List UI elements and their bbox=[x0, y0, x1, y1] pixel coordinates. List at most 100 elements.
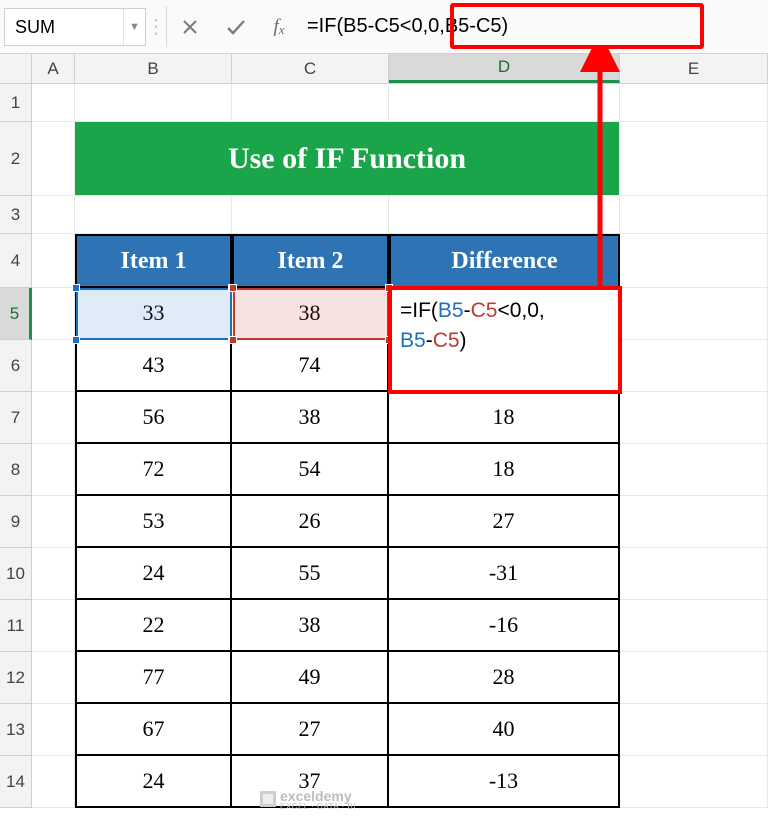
table-row: 5 33 38 bbox=[0, 288, 768, 340]
cell[interactable] bbox=[620, 122, 768, 196]
row: 4 Item 1 Item 2 Difference bbox=[0, 234, 768, 288]
cell-b7[interactable]: 56 bbox=[75, 392, 232, 444]
row-header-3[interactable]: 3 bbox=[0, 196, 32, 234]
cell[interactable] bbox=[75, 84, 232, 122]
formula-edit-overlay[interactable]: =IF(B5-C5<0,0, B5-C5) bbox=[392, 290, 618, 390]
cell-c7[interactable]: 38 bbox=[232, 392, 389, 444]
cell[interactable] bbox=[620, 600, 768, 652]
header-difference[interactable]: Difference bbox=[389, 234, 620, 288]
cell-b5[interactable]: 33 bbox=[75, 288, 232, 340]
cell-b12[interactable]: 77 bbox=[75, 652, 232, 704]
row-header-14[interactable]: 14 bbox=[0, 756, 32, 808]
cell-c8[interactable]: 54 bbox=[232, 444, 389, 496]
formula-bar: SUM ▼ ⋮ fx =IF(B5-C5<0,0,B5-C5) bbox=[0, 0, 768, 54]
cell[interactable] bbox=[32, 196, 75, 234]
cell[interactable] bbox=[32, 756, 75, 808]
header-item2[interactable]: Item 2 bbox=[232, 234, 389, 288]
row-header-1[interactable]: 1 bbox=[0, 84, 32, 122]
row-header-11[interactable]: 11 bbox=[0, 600, 32, 652]
name-box-dropdown-icon[interactable]: ▼ bbox=[123, 9, 145, 45]
cell[interactable] bbox=[32, 234, 75, 288]
header-item1[interactable]: Item 1 bbox=[75, 234, 232, 288]
row-header-2[interactable]: 2 bbox=[0, 122, 32, 196]
cell-d14[interactable]: -13 bbox=[389, 756, 620, 808]
cell[interactable] bbox=[32, 392, 75, 444]
cell-d10[interactable]: -31 bbox=[389, 548, 620, 600]
row-header-6[interactable]: 6 bbox=[0, 340, 32, 392]
cell-d7[interactable]: 18 bbox=[389, 392, 620, 444]
cell[interactable] bbox=[620, 196, 768, 234]
row-header-9[interactable]: 9 bbox=[0, 496, 32, 548]
row-header-12[interactable]: 12 bbox=[0, 652, 32, 704]
cell[interactable] bbox=[32, 652, 75, 704]
formula-token: =IF( bbox=[400, 299, 438, 322]
cell[interactable] bbox=[620, 548, 768, 600]
column-header-b[interactable]: B bbox=[75, 54, 232, 83]
cell-d9[interactable]: 27 bbox=[389, 496, 620, 548]
cell[interactable] bbox=[389, 84, 620, 122]
cell[interactable] bbox=[32, 496, 75, 548]
cell[interactable] bbox=[232, 84, 389, 122]
name-box[interactable]: SUM bbox=[5, 13, 123, 42]
cell[interactable] bbox=[620, 288, 768, 340]
cell[interactable] bbox=[620, 444, 768, 496]
title-cell[interactable]: Use of IF Function bbox=[75, 122, 620, 196]
cell[interactable] bbox=[32, 84, 75, 122]
table-row: 13 67 27 40 bbox=[0, 704, 768, 756]
row-header-8[interactable]: 8 bbox=[0, 444, 32, 496]
row-header-10[interactable]: 10 bbox=[0, 548, 32, 600]
cell[interactable] bbox=[620, 496, 768, 548]
cell[interactable] bbox=[389, 196, 620, 234]
formula-ref-c5: C5 bbox=[471, 299, 498, 322]
cell-c5[interactable]: 38 bbox=[232, 288, 389, 340]
row-header-13[interactable]: 13 bbox=[0, 704, 32, 756]
cell-b6[interactable]: 43 bbox=[75, 340, 232, 392]
cell[interactable] bbox=[32, 704, 75, 756]
cell[interactable] bbox=[620, 340, 768, 392]
enter-button[interactable] bbox=[213, 0, 259, 53]
column-header-c[interactable]: C bbox=[232, 54, 389, 83]
fx-icon[interactable]: fx bbox=[259, 0, 299, 53]
column-header-e[interactable]: E bbox=[620, 54, 768, 83]
cell[interactable] bbox=[620, 652, 768, 704]
cell[interactable] bbox=[620, 704, 768, 756]
watermark-icon bbox=[260, 791, 276, 807]
cell[interactable] bbox=[32, 122, 75, 196]
cell[interactable] bbox=[75, 196, 232, 234]
formula-token: - bbox=[464, 299, 471, 322]
cell-b8[interactable]: 72 bbox=[75, 444, 232, 496]
cell-c12[interactable]: 49 bbox=[232, 652, 389, 704]
cell-c10[interactable]: 55 bbox=[232, 548, 389, 600]
cell-d8[interactable]: 18 bbox=[389, 444, 620, 496]
cell[interactable] bbox=[620, 234, 768, 288]
cell[interactable] bbox=[32, 600, 75, 652]
cell[interactable] bbox=[32, 548, 75, 600]
cell[interactable] bbox=[620, 756, 768, 808]
cell-b11[interactable]: 22 bbox=[75, 600, 232, 652]
select-all-corner[interactable] bbox=[0, 54, 32, 83]
row-header-4[interactable]: 4 bbox=[0, 234, 32, 288]
cell-b14[interactable]: 24 bbox=[75, 756, 232, 808]
cell-d12[interactable]: 28 bbox=[389, 652, 620, 704]
cell-d13[interactable]: 40 bbox=[389, 704, 620, 756]
cell-b10[interactable]: 24 bbox=[75, 548, 232, 600]
cell-c9[interactable]: 26 bbox=[232, 496, 389, 548]
cell-c13[interactable]: 27 bbox=[232, 704, 389, 756]
column-header-d[interactable]: D bbox=[389, 54, 620, 83]
cell[interactable] bbox=[232, 196, 389, 234]
formula-input[interactable]: =IF(B5-C5<0,0,B5-C5) bbox=[299, 0, 768, 53]
cell-d11[interactable]: -16 bbox=[389, 600, 620, 652]
cell-b9[interactable]: 53 bbox=[75, 496, 232, 548]
cell-b13[interactable]: 67 bbox=[75, 704, 232, 756]
cell-c11[interactable]: 38 bbox=[232, 600, 389, 652]
cell[interactable] bbox=[32, 340, 75, 392]
cancel-button[interactable] bbox=[167, 0, 213, 53]
row-header-7[interactable]: 7 bbox=[0, 392, 32, 444]
cell-c6[interactable]: 74 bbox=[232, 340, 389, 392]
cell[interactable] bbox=[620, 392, 768, 444]
row-header-5[interactable]: 5 bbox=[0, 288, 32, 340]
cell[interactable] bbox=[32, 288, 75, 340]
cell[interactable] bbox=[32, 444, 75, 496]
cell[interactable] bbox=[620, 84, 768, 122]
column-header-a[interactable]: A bbox=[32, 54, 75, 83]
